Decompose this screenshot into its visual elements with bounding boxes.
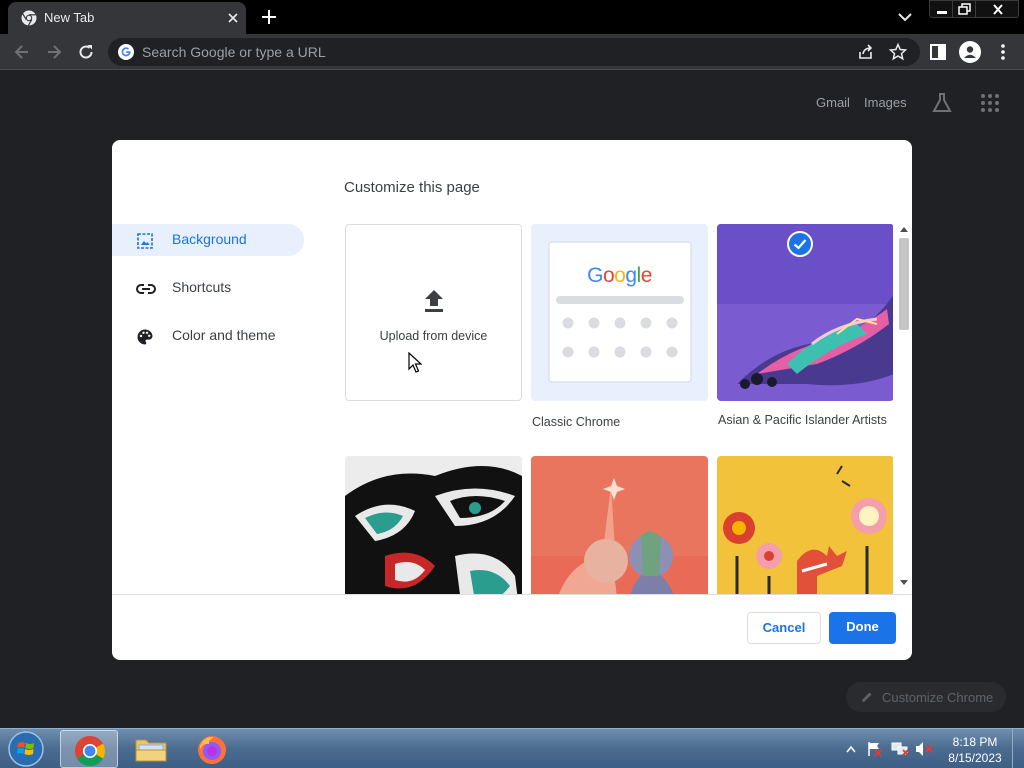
show-desktop-button[interactable] [1012, 729, 1024, 768]
classic-chrome-preview [548, 241, 692, 383]
link-icon [136, 284, 156, 294]
palette-icon [137, 329, 153, 345]
windows-start-icon[interactable] [8, 731, 44, 767]
tab-new-tab[interactable]: New Tab [8, 2, 246, 34]
labs-flask-icon[interactable] [930, 91, 954, 115]
reload-icon[interactable] [76, 42, 96, 62]
upload-icon [425, 290, 443, 312]
scroll-up-arrow-icon[interactable] [900, 226, 908, 232]
taskbar-chrome-button[interactable] [60, 730, 118, 768]
artwork-preview-coral [531, 456, 708, 594]
side-panel-icon[interactable] [928, 42, 948, 62]
artwork-preview-formline [345, 456, 522, 594]
more-menu-icon[interactable] [993, 42, 1013, 62]
gmail-link[interactable]: Gmail [816, 95, 850, 110]
address-bar-placeholder: Search Google or type a URL [142, 44, 326, 60]
chevron-down-icon[interactable] [896, 9, 914, 25]
background-tile[interactable] [345, 456, 522, 594]
scrollbar-thumb[interactable] [899, 238, 909, 330]
background-grid: Upload from device Google Classic Chrome [345, 224, 893, 594]
show-hidden-icons-icon[interactable] [846, 745, 856, 753]
folder-icon [135, 739, 167, 762]
close-window-button[interactable] [975, 0, 1019, 18]
share-icon[interactable] [856, 42, 876, 62]
dialog-title: Customize this page [344, 179, 480, 196]
scroll-down-arrow-icon[interactable] [900, 580, 908, 586]
grid-scrollbar[interactable] [897, 224, 911, 594]
clock-time[interactable]: 8:18 PM [950, 735, 1000, 749]
network-icon[interactable] [890, 741, 910, 757]
google-g-icon [118, 44, 134, 60]
minimize-button[interactable] [929, 0, 953, 18]
menu-item-shortcuts[interactable]: Shortcuts [112, 272, 304, 304]
dialog-divider [112, 594, 912, 595]
done-button[interactable]: Done [829, 612, 896, 644]
background-tile[interactable] [531, 456, 708, 594]
forward-icon[interactable] [44, 42, 64, 62]
classic-chrome-tile[interactable]: Google [531, 224, 708, 401]
firefox-icon [198, 736, 226, 764]
cancel-button-label: Cancel [762, 620, 806, 635]
selected-check-icon [787, 231, 813, 257]
taskbar-explorer-button[interactable] [121, 730, 179, 768]
menu-item-background[interactable]: Background [112, 224, 304, 256]
upload-label: Upload from device [379, 329, 488, 343]
customize-chrome-button[interactable]: Customize Chrome [846, 682, 1006, 712]
bookmark-star-icon[interactable] [888, 42, 908, 62]
tile-label: Asian & Pacific Islander Artists [718, 413, 887, 427]
browser-toolbar: Search Google or type a URL [0, 34, 1024, 70]
tab-strip: New Tab [0, 0, 1024, 34]
google-logo: Google [587, 264, 652, 287]
apps-grid-icon[interactable] [980, 93, 1000, 113]
taskbar-firefox-button[interactable] [183, 730, 241, 768]
close-tab-icon[interactable] [224, 9, 242, 27]
address-bar[interactable]: Search Google or type a URL [108, 38, 920, 66]
menu-item-color-and-theme[interactable]: Color and theme [112, 320, 304, 352]
profile-avatar-icon[interactable] [959, 41, 981, 63]
menu-item-label: Background [172, 231, 247, 247]
menu-item-label: Color and theme [172, 327, 276, 343]
restore-button[interactable] [952, 0, 976, 18]
tab-title: New Tab [44, 10, 95, 25]
chrome-icon [74, 736, 106, 767]
customize-chrome-label: Customize Chrome [882, 690, 994, 705]
upload-from-device-tile[interactable]: Upload from device [345, 224, 522, 401]
done-button-label: Done [846, 619, 879, 634]
cancel-button[interactable]: Cancel [747, 612, 821, 644]
windows-taskbar: 8:18 PM 8/15/2023 [0, 728, 1024, 768]
tile-label: Classic Chrome [532, 415, 621, 429]
image-icon [137, 233, 153, 249]
images-link[interactable]: Images [864, 95, 907, 110]
customize-dialog: Customize this page Background Shortcuts… [112, 140, 912, 660]
background-tile[interactable] [717, 456, 893, 594]
new-tab-icon[interactable] [260, 8, 278, 26]
action-center-flag-icon[interactable] [866, 741, 884, 757]
volume-muted-icon[interactable] [914, 741, 934, 757]
pencil-icon [862, 692, 872, 702]
menu-item-label: Shortcuts [172, 279, 232, 295]
chrome-favicon-icon [21, 10, 37, 26]
artwork-preview-yellow [717, 456, 893, 594]
toolbar-divider [0, 69, 1024, 70]
clock-date[interactable]: 8/15/2023 [944, 751, 1006, 765]
back-icon[interactable] [12, 42, 32, 62]
mouse-cursor-icon [408, 352, 422, 373]
